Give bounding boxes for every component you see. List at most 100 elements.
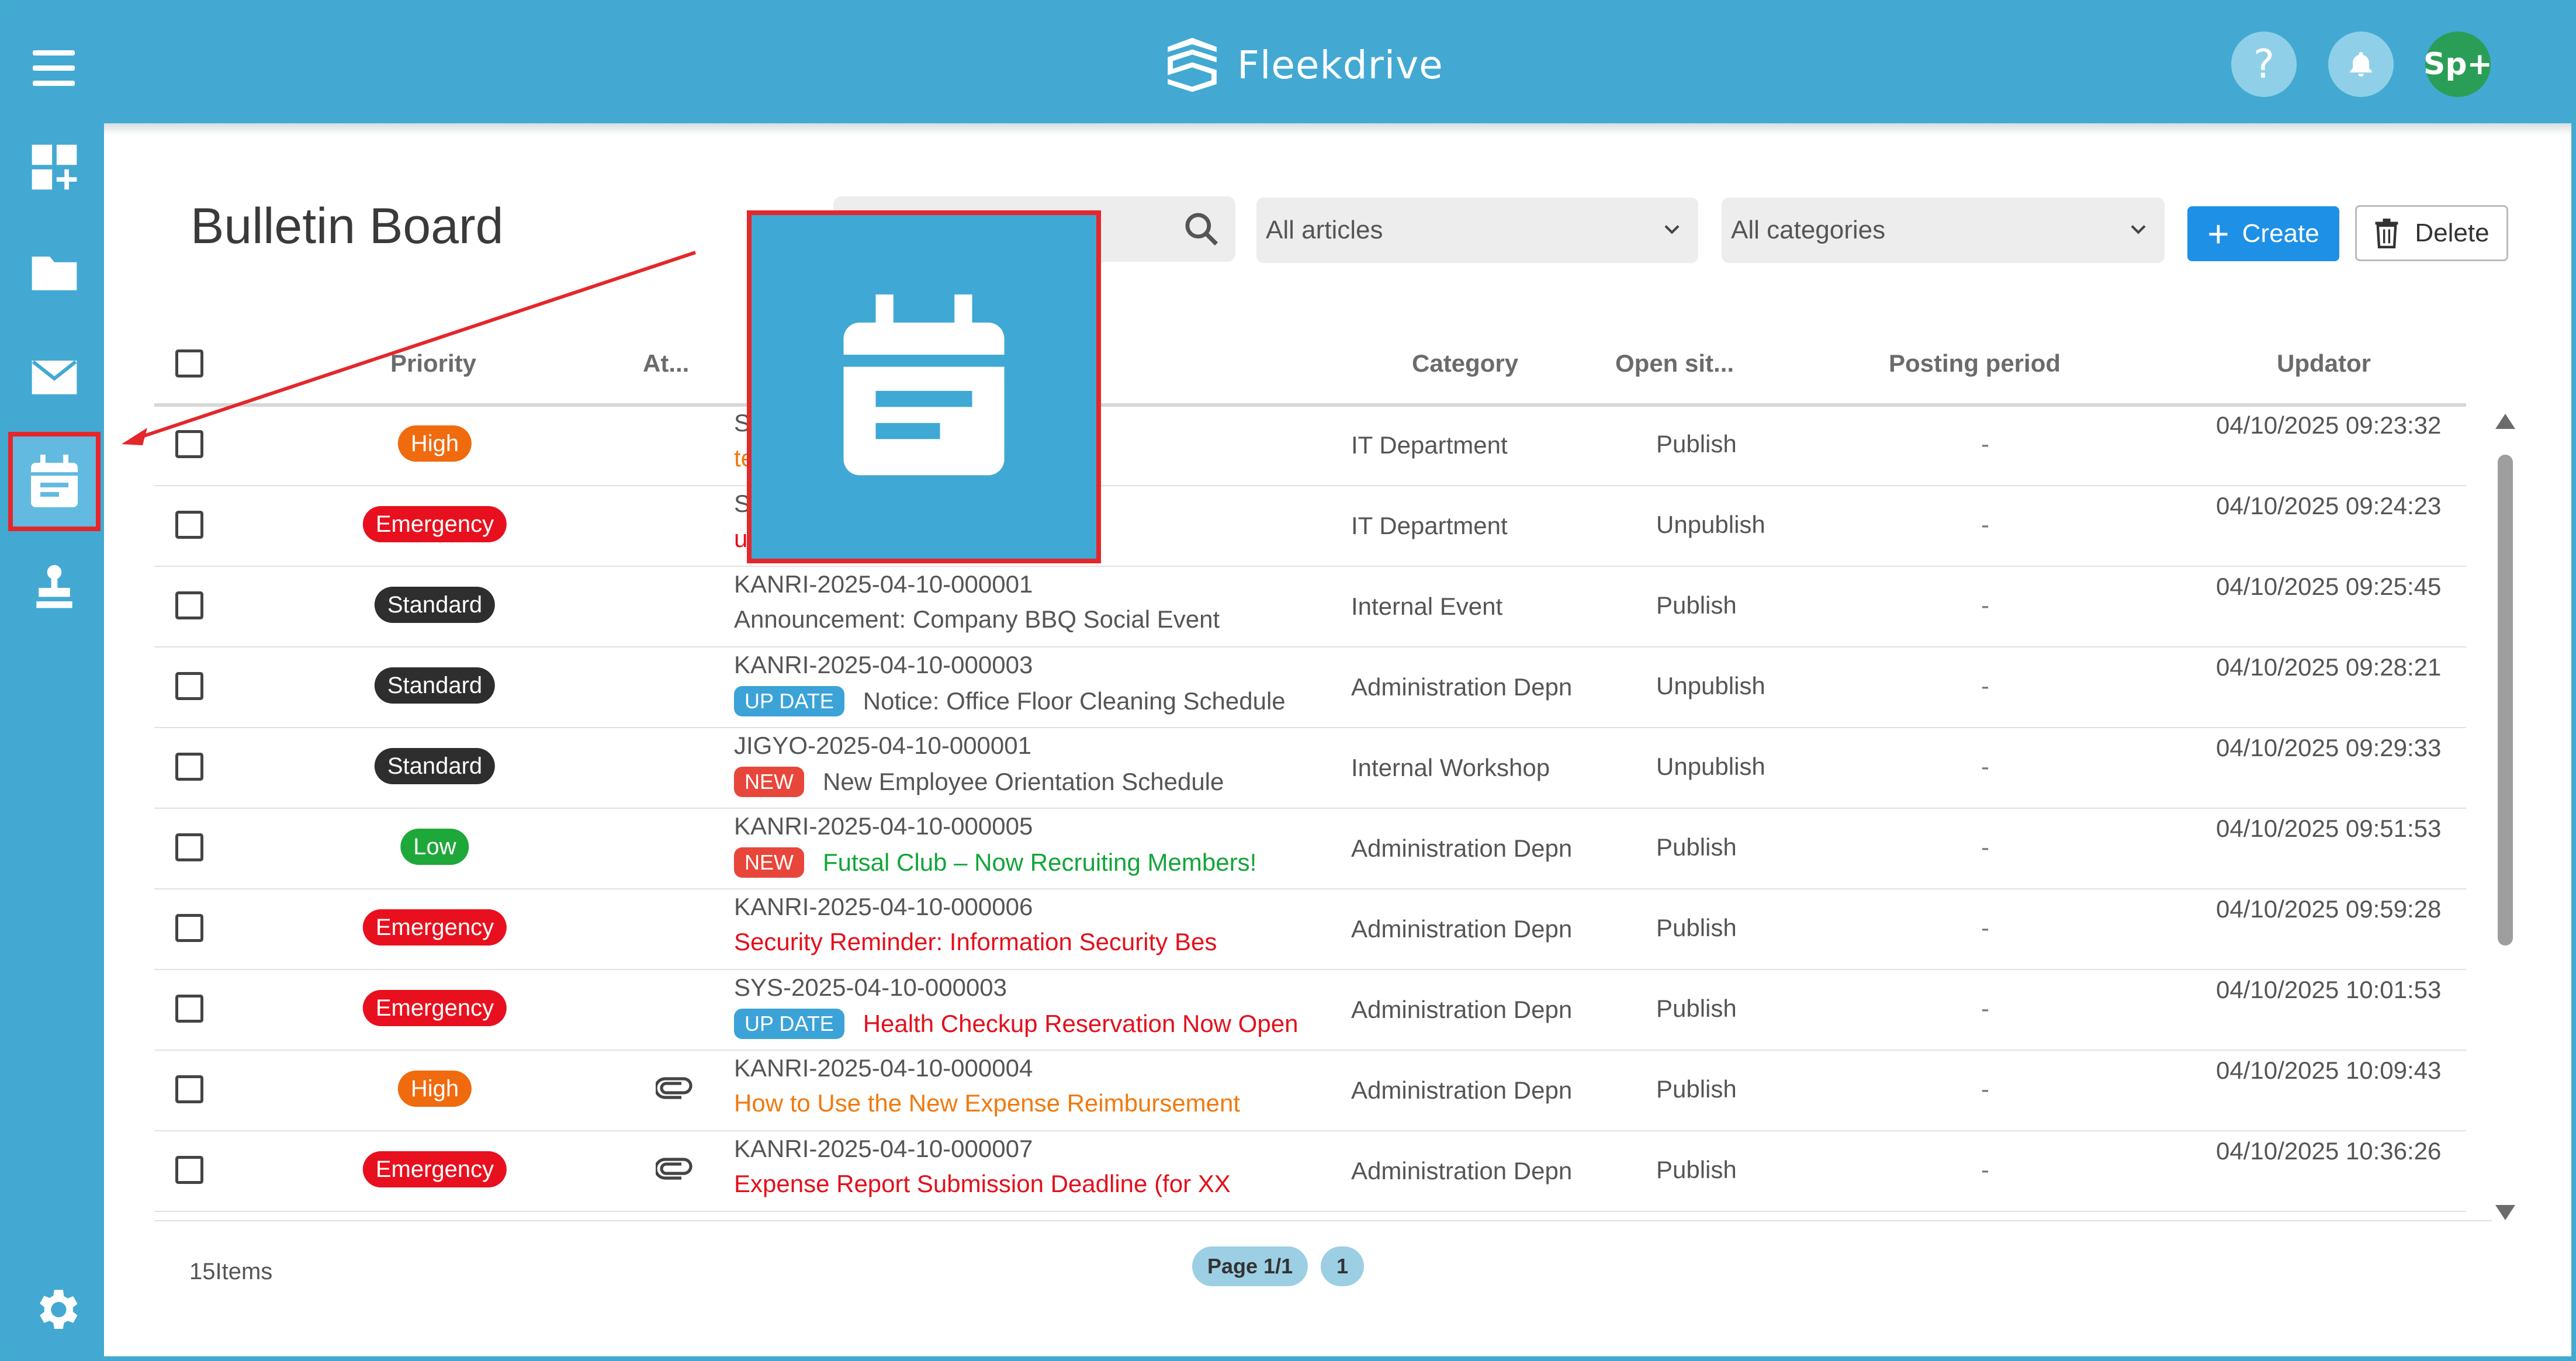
article-title[interactable]: Notice: Office Floor Cleaning Schedule xyxy=(863,687,1286,715)
article-title-line[interactable]: UP DATE Notice: Office Floor Cleaning Sch… xyxy=(734,686,1286,716)
articles-filter-value: All articles xyxy=(1266,216,1383,244)
article-title[interactable]: Expense Report Submission Deadline (for … xyxy=(734,1170,1231,1198)
category-cell: IT Department xyxy=(1351,431,1508,459)
scrollbar[interactable] xyxy=(2495,414,2515,1220)
header-priority[interactable]: Priority xyxy=(390,349,476,378)
paperclip-icon xyxy=(656,1077,693,1099)
scroll-thumb[interactable] xyxy=(2498,455,2513,946)
article-title-line[interactable]: NEW Futsal Club – Now Recruiting Members! xyxy=(734,847,1256,878)
sidebar-item-approval[interactable] xyxy=(5,544,104,632)
updated-cell: 04/10/2025 10:36:26 xyxy=(2216,1137,2442,1165)
sidebar xyxy=(5,123,104,1356)
sidebar-item-folders[interactable] xyxy=(5,228,104,316)
category-cell: Administration Depn xyxy=(1351,673,1573,701)
article-title[interactable]: New Employee Orientation Schedule xyxy=(823,768,1224,796)
search-icon[interactable] xyxy=(1182,209,1221,249)
table-row[interactable]: Emergency SYS-2025-04-10-000003 UP DATE Hea… xyxy=(154,969,2466,1051)
open-status-cell: Publish xyxy=(1656,1075,1737,1103)
row-checkbox[interactable] xyxy=(175,1075,203,1103)
table-row[interactable]: EmergencySutageIT DepartmentUnpublish-04… xyxy=(154,485,2466,567)
row-checkbox[interactable] xyxy=(175,591,203,619)
sidebar-item-mail[interactable] xyxy=(5,333,104,420)
header-category[interactable]: Category xyxy=(1412,349,1518,378)
help-icon: ? xyxy=(2253,41,2275,88)
notifications-button[interactable] xyxy=(2328,32,2394,97)
scroll-up-icon[interactable] xyxy=(2495,414,2515,429)
table-row[interactable]: High KANRI-2025-04-10-000004 How to Use th… xyxy=(154,1050,2466,1131)
posting-period-cell: - xyxy=(1981,914,1989,941)
article-title-line[interactable]: NEW New Employee Orientation Schedule xyxy=(734,767,1224,797)
table-row[interactable]: Low KANRI-2025-04-10-000005 NEW Futsal Club… xyxy=(154,808,2466,889)
header-posting-period[interactable]: Posting period xyxy=(1889,349,2061,378)
article-title[interactable]: Futsal Club – Now Recruiting Members! xyxy=(823,849,1256,877)
items-count: 15Items xyxy=(189,1259,273,1284)
paperclip-icon xyxy=(656,1158,693,1180)
article-title[interactable]: Announcement: Company BBQ Social Event xyxy=(734,605,1220,633)
page-title: Bulletin Board xyxy=(191,198,504,254)
plus-icon: + xyxy=(2207,213,2229,255)
category-cell: Administration Depn xyxy=(1351,834,1573,862)
updated-cell: 04/10/2025 10:01:53 xyxy=(2216,976,2442,1003)
table-row[interactable]: Standard JIGYO-2025-04-10-000001 NEW New Em… xyxy=(154,727,2466,809)
category-cell: Administration Depn xyxy=(1351,1157,1573,1185)
page-indicator: Page 1/1 xyxy=(1192,1246,1308,1286)
table-row[interactable]: Emergency KANRI-2025-04-10-000006 Security… xyxy=(154,888,2466,970)
row-checkbox[interactable] xyxy=(175,511,203,539)
article-id: SYS-2025-04-10-000003 xyxy=(734,974,1007,1001)
article-title-line[interactable]: Security Reminder: Information Security … xyxy=(734,928,1217,956)
menu-icon[interactable] xyxy=(33,50,82,86)
row-checkbox[interactable] xyxy=(175,1156,203,1184)
app-logo: Fleekdrive xyxy=(1160,33,1443,97)
updated-cell: 04/10/2025 09:51:53 xyxy=(2216,815,2442,842)
delete-button[interactable]: Delete xyxy=(2355,205,2508,261)
user-avatar[interactable]: Sp+ xyxy=(2423,32,2492,97)
select-all-checkbox[interactable] xyxy=(175,349,203,378)
table-row[interactable]: Standard KANRI-2025-04-10-000003 UP DATE No… xyxy=(154,646,2466,728)
row-checkbox[interactable] xyxy=(175,995,203,1023)
row-checkbox[interactable] xyxy=(175,914,203,942)
chevron-down-icon xyxy=(2131,225,2146,234)
row-checkbox[interactable] xyxy=(175,833,203,861)
row-checkbox[interactable] xyxy=(175,753,203,781)
article-title[interactable]: How to Use the New Expense Reimbursement xyxy=(734,1089,1240,1117)
row-checkbox[interactable] xyxy=(175,672,203,700)
article-title-line[interactable]: How to Use the New Expense Reimbursement xyxy=(734,1089,1240,1117)
article-title-line[interactable]: UP DATE Health Checkup Reservation Now Op… xyxy=(734,1009,1298,1039)
table-row[interactable]: Emergency KANRI-2025-04-10-000007 Expense … xyxy=(154,1130,2466,1212)
folder-icon xyxy=(32,257,77,290)
help-button[interactable]: ? xyxy=(2231,32,2297,97)
trash-icon xyxy=(2375,219,2398,248)
priority-badge: Emergency xyxy=(362,506,507,542)
sidebar-item-bulletin-board[interactable] xyxy=(8,432,101,531)
article-title[interactable]: Health Checkup Reservation Now Open xyxy=(863,1010,1299,1038)
articles-filter-select[interactable]: All articles xyxy=(1256,198,1698,263)
updated-cell: 04/10/2025 09:24:23 xyxy=(2216,492,2442,520)
create-button[interactable]: + Create xyxy=(2187,206,2339,261)
posting-period-cell: - xyxy=(1981,511,1989,538)
bell-icon xyxy=(2350,52,2372,77)
article-title[interactable]: Security Reminder: Information Security … xyxy=(734,928,1217,956)
article-title-line[interactable]: Announcement: Company BBQ Social Event xyxy=(734,605,1220,633)
updated-cell: 04/10/2025 09:29:33 xyxy=(2216,734,2442,761)
table-row[interactable]: Standard KANRI-2025-04-10-000001 Announcem… xyxy=(154,566,2466,647)
sidebar-item-dashboard[interactable] xyxy=(5,123,104,211)
header-open-status[interactable]: Open sit... xyxy=(1615,349,1734,378)
status-tag: NEW xyxy=(734,767,804,797)
gear-icon[interactable] xyxy=(30,1283,83,1336)
updated-cell: 04/10/2025 09:23:32 xyxy=(2216,411,2442,439)
updated-cell: 04/10/2025 09:28:21 xyxy=(2216,653,2442,681)
mail-icon xyxy=(32,360,77,394)
category-cell: Internal Workshop xyxy=(1351,754,1550,781)
page-1-button[interactable]: 1 xyxy=(1321,1246,1364,1286)
table-row[interactable]: HighStenanceIT DepartmentPublish-04/10/2… xyxy=(154,404,2466,486)
priority-badge: High xyxy=(397,1071,472,1107)
row-checkbox[interactable] xyxy=(175,430,203,458)
categories-filter-select[interactable]: All categories xyxy=(1722,198,2165,263)
chevron-down-icon xyxy=(1664,225,1680,234)
open-status-cell: Publish xyxy=(1656,1156,1737,1183)
header-attachment[interactable]: At... xyxy=(643,349,689,378)
category-cell: IT Department xyxy=(1351,512,1508,539)
article-title-line[interactable]: Expense Report Submission Deadline (for … xyxy=(734,1170,1231,1198)
header-updator[interactable]: Updator xyxy=(2277,349,2371,378)
scroll-down-icon[interactable] xyxy=(2495,1205,2515,1220)
